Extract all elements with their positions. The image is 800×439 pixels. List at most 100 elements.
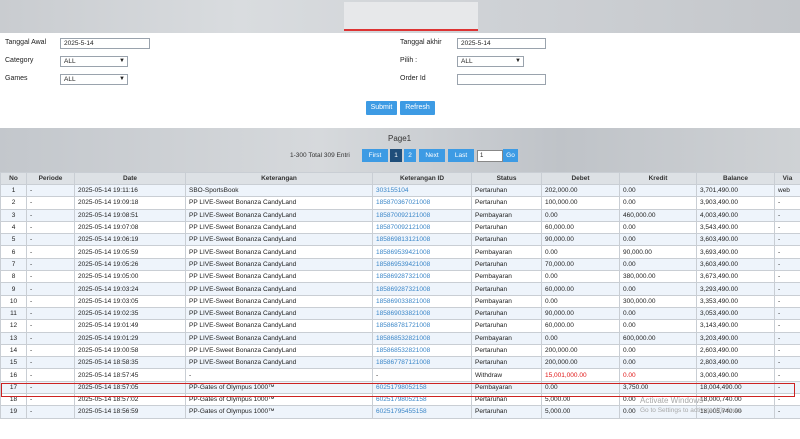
order-id-input[interactable] bbox=[457, 74, 546, 85]
table-cell: 60,000.00 bbox=[541, 282, 620, 296]
table-cell: 0.00 bbox=[541, 294, 620, 308]
table-cell: 3,693,490.00 bbox=[696, 245, 775, 259]
table-cell: 3,293,490.00 bbox=[696, 282, 775, 296]
table-cell: PP LIVE-Sweet Bonanza CandyLand bbox=[185, 257, 373, 272]
table-cell[interactable]: 303155104 bbox=[372, 183, 472, 198]
table-cell: 2025-05-14 19:09:18 bbox=[74, 196, 186, 210]
table-row[interactable]: 9-2025-05-14 19:03:24 PP LIVE-Sweet Bonan… bbox=[0, 282, 800, 296]
table-cell[interactable]: 185869539421008 bbox=[372, 257, 472, 272]
table-cell: Pertaruhan bbox=[471, 183, 542, 198]
next-page-button[interactable]: Next bbox=[419, 149, 445, 162]
table-cell: 2025-05-14 19:05:00 bbox=[74, 270, 186, 284]
table-cell: - bbox=[26, 331, 75, 345]
table-cell: - bbox=[774, 319, 800, 333]
table-row[interactable]: 15-2025-05-14 18:58:35 PP LIVE-Sweet Bona… bbox=[0, 356, 800, 370]
table-cell: PP LIVE-Sweet Bonanza CandyLand bbox=[185, 270, 373, 284]
table-cell[interactable]: 185868532821008 bbox=[372, 331, 472, 345]
col-header: No bbox=[0, 172, 27, 185]
table-cell: - bbox=[774, 368, 800, 382]
table-cell[interactable]: 185867787121008 bbox=[372, 356, 472, 370]
table-cell: SBO-SportsBook bbox=[185, 183, 373, 198]
table-row[interactable]: 3-2025-05-14 19:08:51 PP LIVE-Sweet Bonan… bbox=[0, 208, 800, 222]
page-number-input[interactable]: 1 bbox=[477, 150, 503, 162]
table-cell: - bbox=[774, 233, 800, 247]
table-cell: 60,000.00 bbox=[541, 319, 620, 333]
table-row[interactable]: 17-2025-05-14 18:57:05 PP-Gates of Olympu… bbox=[0, 380, 800, 395]
table-cell: 0.00 bbox=[619, 196, 697, 210]
games-select[interactable]: ALL ▼ bbox=[60, 74, 128, 85]
category-select[interactable]: ALL ▼ bbox=[60, 56, 128, 67]
table-row[interactable]: 12-2025-05-14 19:01:49 PP LIVE-Sweet Bona… bbox=[0, 319, 800, 333]
table-cell: Pertaruhan bbox=[471, 343, 542, 358]
table-cell: 19 bbox=[0, 405, 27, 419]
table-cell[interactable]: 185870092121008 bbox=[372, 220, 472, 235]
table-cell: 3,053,490.00 bbox=[696, 306, 775, 321]
table-cell[interactable]: 185869813121008 bbox=[372, 233, 472, 247]
table-cell: 0.00 bbox=[619, 257, 697, 272]
watermark-line2: Go to Settings to activate Windows. bbox=[640, 407, 743, 414]
table-row[interactable]: 6-2025-05-14 19:05:59 PP LIVE-Sweet Bonan… bbox=[0, 245, 800, 259]
table-cell: - bbox=[26, 257, 75, 272]
table-cell: 90,000.00 bbox=[619, 245, 697, 259]
table-cell: web bbox=[774, 183, 800, 198]
submit-button[interactable]: Submit bbox=[366, 101, 397, 115]
table-row[interactable]: 1-2025-05-14 19:11:16 SBO-SportsBook 30315… bbox=[0, 183, 800, 198]
pagination-bar: Page1 1-300 Total 309 Entri First 1 2 Ne… bbox=[0, 128, 800, 172]
first-page-button[interactable]: First bbox=[362, 149, 388, 162]
table-cell[interactable]: 185870367021008 bbox=[372, 196, 472, 210]
table-cell: 3,750.00 bbox=[619, 380, 697, 395]
table-cell: 460,000.00 bbox=[619, 208, 697, 222]
table-row[interactable]: 14-2025-05-14 19:00:58 PP LIVE-Sweet Bona… bbox=[0, 343, 800, 358]
table-row[interactable]: 7-2025-05-14 19:05:26 PP LIVE-Sweet Bonan… bbox=[0, 257, 800, 272]
page-2-button[interactable]: 2 bbox=[404, 149, 416, 162]
table-cell[interactable]: 185870092121008 bbox=[372, 208, 472, 222]
table-cell: 2025-05-14 19:07:08 bbox=[74, 220, 186, 235]
table-cell: 2,603,490.00 bbox=[696, 343, 775, 358]
table-cell[interactable]: 60251798052158 bbox=[372, 380, 472, 395]
go-button[interactable]: Go bbox=[503, 149, 518, 162]
table-cell[interactable]: 185868781721008 bbox=[372, 319, 472, 333]
table-cell: Pertaruhan bbox=[471, 233, 542, 247]
table-cell: - bbox=[26, 380, 75, 395]
table-cell: - bbox=[774, 294, 800, 308]
table-cell[interactable]: 60251798052158 bbox=[372, 393, 472, 407]
table-cell: - bbox=[774, 343, 800, 358]
table-cell: 11 bbox=[0, 306, 27, 321]
pilih-select[interactable]: ALL ▼ bbox=[457, 56, 524, 67]
table-cell[interactable]: 185869033821008 bbox=[372, 294, 472, 308]
table-cell: PP LIVE-Sweet Bonanza CandyLand bbox=[185, 282, 373, 296]
table-cell: 18 bbox=[0, 393, 27, 407]
table-cell[interactable]: 185869033821008 bbox=[372, 306, 472, 321]
table-cell: Pembayaran bbox=[471, 208, 542, 222]
tanggal-awal-input[interactable]: 2025-5-14 bbox=[60, 38, 150, 49]
tanggal-akhir-input[interactable]: 2025-5-14 bbox=[457, 38, 546, 49]
table-cell: - bbox=[774, 270, 800, 284]
table-row[interactable]: 16-2025-05-14 18:57:45- - Withdraw 15,001,0… bbox=[0, 368, 800, 382]
table-cell: 0.00 bbox=[619, 356, 697, 370]
refresh-button[interactable]: Refresh bbox=[400, 101, 435, 115]
table-cell[interactable]: 185868532821008 bbox=[372, 343, 472, 358]
page-1-button[interactable]: 1 bbox=[390, 149, 402, 162]
table-row[interactable]: 2-2025-05-14 19:09:18 PP LIVE-Sweet Bonan… bbox=[0, 196, 800, 210]
table-cell: - bbox=[26, 245, 75, 259]
table-row[interactable]: 11-2025-05-14 19:02:35 PP LIVE-Sweet Bona… bbox=[0, 306, 800, 321]
table-cell[interactable]: 185869287321008 bbox=[372, 282, 472, 296]
category-select-value: ALL bbox=[64, 58, 76, 65]
table-row[interactable]: 4-2025-05-14 19:07:08 PP LIVE-Sweet Bonan… bbox=[0, 220, 800, 235]
table-cell: 1 bbox=[0, 183, 27, 198]
table-cell: 202,000.00 bbox=[541, 183, 620, 198]
col-header: Kredit bbox=[619, 172, 697, 185]
table-cell: 2 bbox=[0, 196, 27, 210]
table-row[interactable]: 8-2025-05-14 19:05:00 PP LIVE-Sweet Bonan… bbox=[0, 270, 800, 284]
table-cell: 0.00 bbox=[541, 331, 620, 345]
table-cell[interactable]: 185869539421008 bbox=[372, 245, 472, 259]
table-row[interactable]: 5-2025-05-14 19:06:19 PP LIVE-Sweet Bonan… bbox=[0, 233, 800, 247]
table-cell[interactable]: 60251795455158 bbox=[372, 405, 472, 419]
table-cell[interactable]: 185869287321008 bbox=[372, 270, 472, 284]
table-cell: 3,353,490.00 bbox=[696, 294, 775, 308]
last-page-button[interactable]: Last bbox=[448, 149, 474, 162]
table-cell: 0.00 bbox=[619, 220, 697, 235]
table-row[interactable]: 10-2025-05-14 19:03:05 PP LIVE-Sweet Bona… bbox=[0, 294, 800, 308]
table-cell: 4 bbox=[0, 220, 27, 235]
table-row[interactable]: 13-2025-05-14 19:01:29 PP LIVE-Sweet Bona… bbox=[0, 331, 800, 345]
